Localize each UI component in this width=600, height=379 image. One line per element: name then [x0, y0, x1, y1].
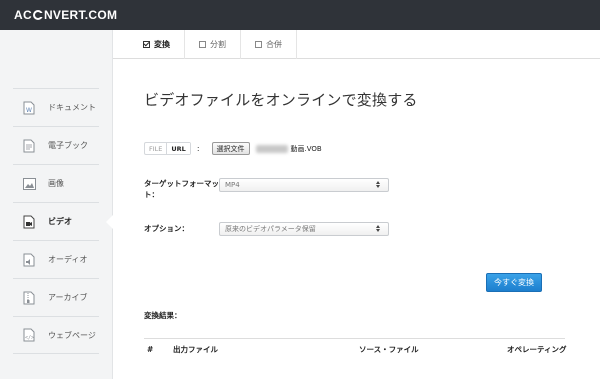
sidebar: W ドキュメント 電子ブック 画像 ビデオ オーディオ アーカイブ </> ウェ… [0, 30, 113, 379]
tab-bar: 変換 分割 合併 [113, 30, 600, 59]
ebook-icon [22, 138, 36, 154]
tab-convert[interactable]: 変換 [113, 30, 185, 59]
tab-label: 変換 [154, 40, 170, 49]
options-select[interactable]: 原来のビデオパラメータ保留 [219, 222, 389, 236]
sidebar-item-label: オーディオ [48, 255, 88, 264]
site-logo[interactable]: AC NVERT.COM [14, 8, 117, 22]
sidebar-item-label: ビデオ [48, 217, 72, 226]
tab-label: 合併 [266, 40, 282, 49]
sidebar-item-label: ドキュメント [48, 103, 96, 112]
convert-now-button[interactable]: 今すぐ変換 [486, 273, 542, 292]
sidebar-item-label: ウェブページ [48, 330, 96, 340]
sidebar-item-label: アーカイブ [48, 293, 88, 302]
webpage-icon: </> [22, 327, 36, 343]
column-header-number: # [147, 345, 154, 354]
svg-text:W: W [26, 107, 32, 114]
logo-prefix: AC [14, 8, 32, 22]
sidebar-item-webpage[interactable]: </> ウェブページ [13, 316, 99, 354]
select-arrows-icon [376, 181, 380, 188]
results-label: 変換結果： [144, 311, 182, 320]
logo-convert-icon [32, 10, 44, 20]
redacted-filename [255, 144, 288, 153]
logo-suffix: NVERT.COM [43, 8, 118, 22]
video-icon [22, 214, 36, 230]
sidebar-item-video[interactable]: ビデオ [13, 202, 113, 240]
tab-merge[interactable]: 合併 [241, 30, 297, 59]
source-colon: : [196, 144, 200, 153]
document-icon: W [22, 100, 36, 116]
sidebar-item-archive[interactable]: アーカイブ [13, 278, 99, 316]
svg-text:</>: </> [25, 335, 34, 341]
column-header-operation: オペレーティング [507, 345, 567, 354]
select-arrows-icon [376, 225, 380, 232]
page-title: ビデオファイルをオンラインで変換する [144, 91, 418, 109]
tab-split[interactable]: 分割 [185, 30, 241, 59]
options-label: オプション： [144, 224, 189, 233]
sidebar-item-document[interactable]: W ドキュメント [13, 88, 99, 126]
checkbox-icon [199, 41, 206, 48]
file-toggle-option[interactable]: FILE [145, 143, 166, 154]
options-value: 原来のビデオパラメータ保留 [225, 225, 316, 233]
tab-label: 分割 [210, 40, 226, 49]
column-header-output: 出力ファイル [173, 345, 218, 354]
url-toggle-option[interactable]: URL [166, 143, 190, 154]
top-bar: AC NVERT.COM [0, 0, 600, 30]
checkbox-checked-icon [143, 41, 150, 48]
target-format-select[interactable]: MP4 [219, 178, 389, 192]
image-icon [22, 176, 36, 192]
sidebar-item-ebook[interactable]: 電子ブック [13, 126, 99, 164]
sidebar-item-label: 画像 [48, 179, 64, 188]
file-source-row: FILE URL : 選択文件 動画.VOB [144, 142, 322, 155]
table-divider [144, 338, 565, 339]
target-format-label: ターゲットフォーマット： [144, 179, 219, 199]
column-header-source: ソース・ファイル [359, 345, 419, 354]
sidebar-item-image[interactable]: 画像 [13, 164, 99, 202]
archive-icon [22, 290, 36, 306]
choose-file-button[interactable]: 選択文件 [211, 142, 250, 155]
sidebar-item-audio[interactable]: オーディオ [13, 240, 99, 278]
sidebar-item-label: 電子ブック [48, 141, 88, 150]
main-content: ビデオファイルをオンラインで変換する FILE URL : 選択文件 動画.VO… [113, 60, 600, 379]
source-toggle: FILE URL [144, 142, 191, 155]
selected-file-name: 動画.VOB [290, 144, 322, 153]
audio-icon [22, 252, 36, 268]
target-format-value: MP4 [225, 181, 240, 189]
checkbox-icon [255, 41, 262, 48]
